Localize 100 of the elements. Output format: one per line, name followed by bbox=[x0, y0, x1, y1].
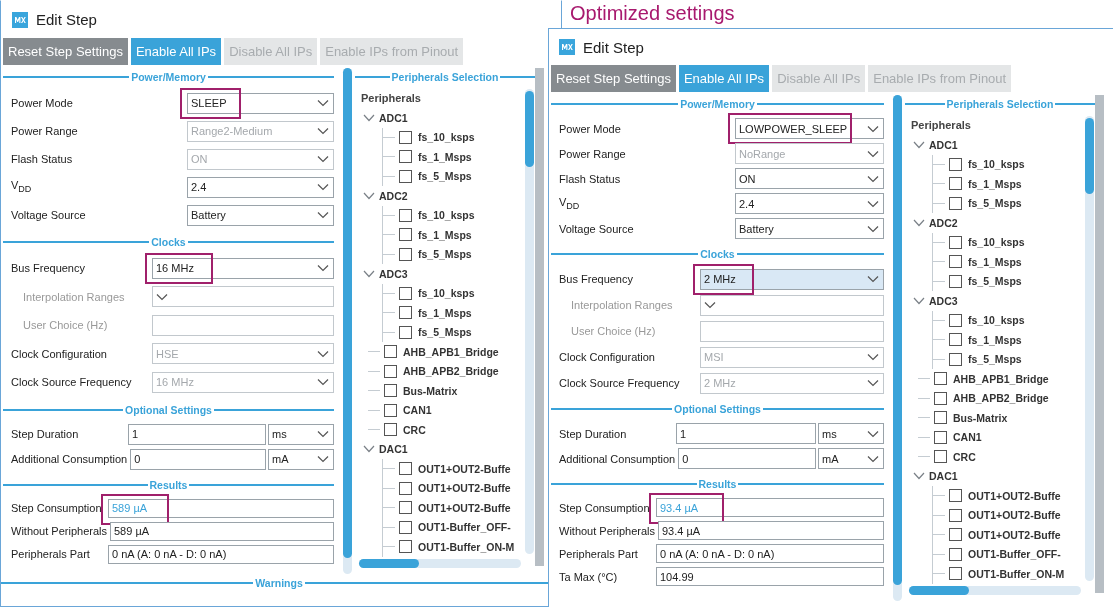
checkbox[interactable] bbox=[949, 255, 962, 269]
tree-item[interactable]: CRC bbox=[403, 423, 426, 436]
dropdown-field[interactable]: 2 MHz bbox=[700, 268, 884, 290]
tree-item[interactable]: AHB_APB2_Bridge bbox=[403, 365, 499, 378]
checkbox[interactable] bbox=[399, 130, 412, 144]
tree-item[interactable]: CAN1 bbox=[953, 431, 982, 444]
tree-item[interactable]: OUT1+OUT2-Buffe bbox=[968, 489, 1061, 502]
tree-item[interactable]: fs_5_Msps bbox=[418, 170, 472, 183]
scrollbar[interactable] bbox=[909, 586, 1081, 595]
tree-item[interactable]: OUT1+OUT2-Buffe bbox=[418, 482, 511, 495]
tree-item[interactable]: OUT1-Buffer_ON-M bbox=[968, 567, 1065, 580]
tree-item[interactable]: OUT1-Buffer_OFF- bbox=[418, 521, 511, 534]
input-field[interactable]: 1 bbox=[128, 423, 266, 445]
checkbox[interactable] bbox=[399, 169, 412, 183]
tree-item[interactable]: fs_5_Msps bbox=[968, 353, 1022, 366]
tree-item[interactable]: fs_10_ksps bbox=[418, 287, 475, 300]
tree-item[interactable]: OUT1+OUT2-Buffe bbox=[968, 528, 1061, 541]
tree-item[interactable]: Bus-Matrix bbox=[953, 411, 1008, 424]
checkbox[interactable] bbox=[949, 508, 962, 522]
tree-item[interactable]: fs_1_Msps bbox=[968, 333, 1022, 346]
tree-item[interactable]: OUT1+OUT2-Buffe bbox=[418, 501, 511, 514]
tree-item[interactable]: Bus-Matrix bbox=[403, 384, 458, 397]
tree-item[interactable]: DAC1 bbox=[929, 470, 958, 483]
tree-item[interactable]: DAC1 bbox=[379, 443, 408, 456]
tree-item[interactable]: OUT1-Buffer_OFF- bbox=[968, 548, 1061, 561]
dropdown-field[interactable]: ON bbox=[735, 168, 884, 189]
tree-item[interactable]: OUT1+OUT2-Buffe bbox=[968, 509, 1061, 522]
tree-item[interactable]: fs_5_Msps bbox=[418, 326, 472, 339]
checkbox[interactable] bbox=[949, 157, 962, 171]
checkbox[interactable] bbox=[384, 423, 397, 437]
tree-item[interactable]: AHB_APB1_Bridge bbox=[953, 372, 1049, 385]
tree-item[interactable]: fs_1_Msps bbox=[968, 177, 1022, 190]
checkbox[interactable] bbox=[384, 384, 397, 398]
tree-item[interactable]: ADC1 bbox=[379, 111, 408, 124]
checkbox[interactable] bbox=[399, 228, 412, 242]
tree-item[interactable]: fs_1_Msps bbox=[418, 228, 472, 241]
dropdown-field[interactable]: LOWPOWER_SLEEP bbox=[735, 118, 884, 139]
checkbox[interactable] bbox=[399, 325, 412, 339]
tree-item[interactable]: ADC1 bbox=[929, 138, 958, 151]
checkbox[interactable] bbox=[934, 430, 947, 444]
checkbox[interactable] bbox=[399, 286, 412, 300]
checkbox[interactable] bbox=[934, 411, 947, 425]
checkbox[interactable] bbox=[949, 313, 962, 327]
tree-item[interactable]: fs_1_Msps bbox=[418, 306, 472, 319]
checkbox[interactable] bbox=[399, 520, 412, 534]
checkbox[interactable] bbox=[949, 177, 962, 191]
tree-item[interactable]: fs_5_Msps bbox=[968, 197, 1022, 210]
tree-item[interactable]: ADC3 bbox=[929, 294, 958, 307]
checkbox[interactable] bbox=[399, 150, 412, 164]
unit-dropdown[interactable]: ms bbox=[268, 423, 334, 445]
input-field[interactable]: 0 bbox=[130, 448, 266, 470]
checkbox[interactable] bbox=[949, 352, 962, 366]
scrollbar[interactable] bbox=[893, 95, 902, 601]
tree-item[interactable]: fs_10_ksps bbox=[968, 158, 1025, 171]
checkbox[interactable] bbox=[399, 306, 412, 320]
dropdown-field[interactable]: Battery bbox=[735, 218, 884, 239]
checkbox[interactable] bbox=[384, 345, 397, 359]
tree-item[interactable]: fs_10_ksps bbox=[968, 314, 1025, 327]
unit-dropdown[interactable]: mA bbox=[818, 448, 884, 469]
unit-dropdown[interactable]: ms bbox=[818, 423, 884, 444]
tree-item[interactable]: fs_10_ksps bbox=[968, 236, 1025, 249]
tree-item[interactable]: fs_5_Msps bbox=[418, 248, 472, 261]
checkbox[interactable] bbox=[949, 528, 962, 542]
checkbox[interactable] bbox=[384, 403, 397, 417]
tree-item[interactable]: AHB_APB2_Bridge bbox=[953, 392, 1049, 405]
tree-item[interactable]: AHB_APB1_Bridge bbox=[403, 345, 499, 358]
checkbox[interactable] bbox=[399, 208, 412, 222]
scrollbar[interactable] bbox=[359, 559, 521, 568]
checkbox[interactable] bbox=[384, 364, 397, 378]
checkbox[interactable] bbox=[399, 462, 412, 476]
checkbox[interactable] bbox=[399, 481, 412, 495]
dropdown-field[interactable]: 16 MHz bbox=[152, 257, 334, 279]
tree-item[interactable]: OUT1-Buffer_ON-M bbox=[418, 540, 515, 553]
unit-dropdown[interactable]: mA bbox=[268, 448, 334, 470]
tree-item[interactable]: fs_10_ksps bbox=[418, 209, 475, 222]
scrollbar[interactable] bbox=[343, 68, 352, 574]
checkbox[interactable] bbox=[399, 247, 412, 261]
dropdown-field[interactable]: SLEEP bbox=[187, 92, 334, 114]
checkbox[interactable] bbox=[949, 547, 962, 561]
tree-item[interactable]: fs_5_Msps bbox=[968, 275, 1022, 288]
tree-item[interactable]: ADC2 bbox=[379, 189, 408, 202]
checkbox[interactable] bbox=[949, 274, 962, 288]
input-field[interactable]: 0 bbox=[678, 448, 816, 469]
tree-item[interactable]: ADC3 bbox=[379, 267, 408, 280]
dropdown-field[interactable]: Battery bbox=[187, 204, 334, 226]
dropdown-field[interactable]: 2.4 bbox=[735, 193, 884, 214]
tree-item[interactable]: CAN1 bbox=[403, 404, 432, 417]
checkbox[interactable] bbox=[949, 567, 962, 581]
scrollbar[interactable] bbox=[525, 89, 534, 554]
checkbox[interactable] bbox=[399, 501, 412, 515]
dropdown-field[interactable]: 2.4 bbox=[187, 176, 334, 198]
tree-item[interactable]: fs_1_Msps bbox=[968, 255, 1022, 268]
scrollbar[interactable] bbox=[1095, 95, 1104, 593]
scrollbar[interactable] bbox=[535, 68, 544, 566]
checkbox[interactable] bbox=[399, 540, 412, 554]
checkbox[interactable] bbox=[949, 196, 962, 210]
checkbox[interactable] bbox=[949, 489, 962, 503]
scrollbar[interactable] bbox=[1085, 116, 1094, 581]
checkbox[interactable] bbox=[934, 391, 947, 405]
tree-item[interactable]: fs_10_ksps bbox=[418, 131, 475, 144]
